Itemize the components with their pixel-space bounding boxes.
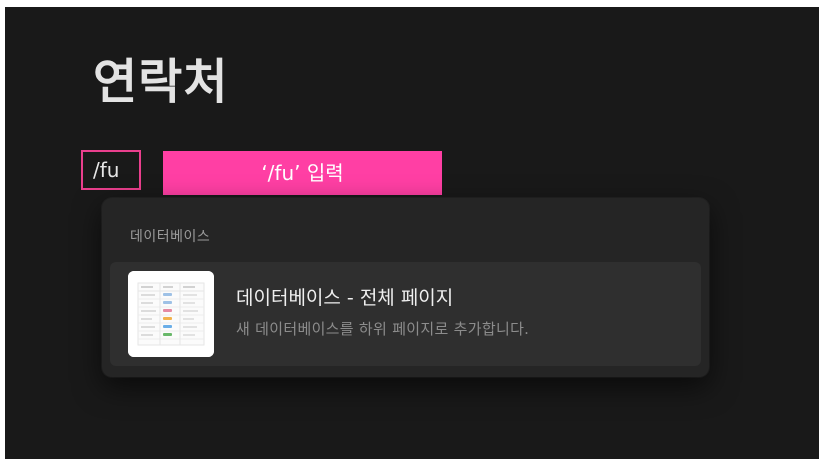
- menu-item-description: 새 데이터베이스를 하위 페이지로 추가합니다.: [236, 320, 530, 338]
- database-table-icon: [128, 271, 214, 357]
- menu-item-title: 데이터베이스 - 전체 페이지: [236, 287, 454, 309]
- editor-canvas: 연락처 /fu ‘/fu’ 입력 데이터베이스 데이터베이스 - 전체 페이지 …: [5, 7, 819, 459]
- menu-item-database-full-page[interactable]: 데이터베이스 - 전체 페이지 새 데이터베이스를 하위 페이지로 추가합니다.: [110, 262, 701, 366]
- slash-command-input[interactable]: /fu: [81, 150, 141, 190]
- page-title[interactable]: 연락처: [93, 50, 228, 114]
- menu-section-label: 데이터베이스: [130, 229, 211, 245]
- slash-command-menu: 데이터베이스 데이터베이스 - 전체 페이지 새 데이터베이스를 하위 페이지로…: [102, 198, 709, 377]
- annotation-callout: ‘/fu’ 입력: [163, 151, 442, 195]
